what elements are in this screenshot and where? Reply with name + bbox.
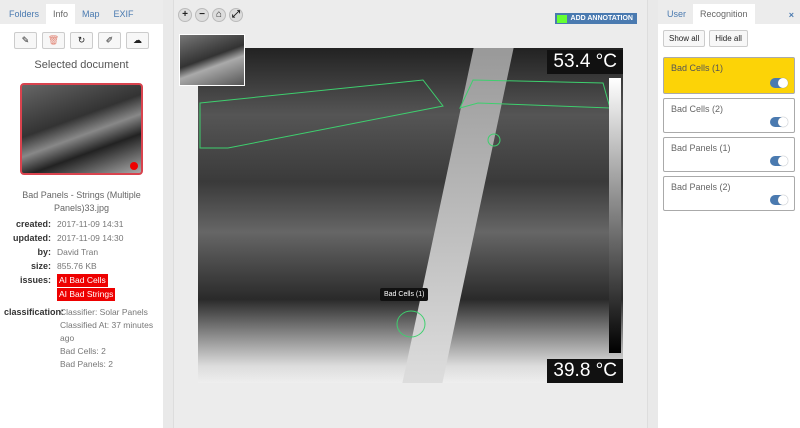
issues-label: issues:: [19, 275, 51, 285]
recognition-item[interactable]: Bad Panels (2): [663, 176, 795, 211]
recognition-item[interactable]: Bad Cells (2): [663, 98, 795, 133]
tab-folders[interactable]: Folders: [2, 4, 46, 24]
issue-badge[interactable]: AI Bad Strings: [57, 288, 116, 301]
close-icon[interactable]: ×: [789, 10, 794, 20]
fullscreen-button[interactable]: ⤢: [229, 8, 243, 22]
edit-button[interactable]: ✎: [14, 32, 37, 49]
temperature-scale: [609, 78, 621, 353]
tab-user[interactable]: User: [660, 4, 693, 24]
created-value: 2017-11-09 14:31: [57, 219, 124, 229]
pencil-icon: ✎: [21, 35, 30, 45]
selected-document-title: Selected document: [34, 59, 129, 71]
document-metadata: created: 2017-11-09 14:31 updated: 2017-11…: [0, 218, 163, 371]
recognition-label: Bad Panels (2): [671, 182, 731, 192]
add-annotation-button[interactable]: ADD ANNOTATION: [554, 13, 637, 24]
classification-line: Classifier: Solar Panels: [60, 307, 148, 317]
thermal-image[interactable]: 53.4 °C 39.8 °C Bad Cells (1): [198, 48, 623, 383]
refresh-icon: ↻: [77, 35, 86, 45]
issue-badge[interactable]: AI Bad Cells: [57, 274, 108, 287]
classification-line: Bad Panels: 2: [60, 359, 113, 369]
delete-button[interactable]: 🗑: [42, 32, 65, 49]
annotation-label: Bad Cells (1): [380, 288, 429, 301]
navigator-minimap[interactable]: [179, 34, 245, 86]
pin-button[interactable]: ✐: [98, 32, 121, 49]
updated-label: updated:: [13, 233, 51, 243]
right-panel: User Recognition × Show all Hide all Bad…: [658, 0, 800, 428]
classification-label: classification:: [4, 307, 65, 317]
tab-map[interactable]: Map: [75, 4, 107, 24]
annotation-bad-cells[interactable]: [487, 133, 501, 147]
classification-line: Bad Cells: 2: [60, 346, 106, 356]
annotation-bad-panels[interactable]: [459, 79, 611, 109]
size-value: 855.76 KB: [57, 261, 97, 271]
refresh-button[interactable]: ↻: [70, 32, 93, 49]
left-panel: Folders Info Map EXIF ✎ 🗑 ↻ ✐ ☁ Selected…: [0, 0, 163, 428]
recognition-item[interactable]: Bad Panels (1): [663, 137, 795, 172]
tab-exif[interactable]: EXIF: [107, 4, 141, 24]
add-annotation-label: ADD ANNOTATION: [570, 15, 633, 22]
updated-value: 2017-11-09 14:30: [57, 233, 124, 243]
show-all-button[interactable]: Show all: [663, 30, 706, 47]
recognition-label: Bad Cells (1): [671, 63, 724, 73]
recognition-label: Bad Panels (1): [671, 143, 731, 153]
document-thumbnail[interactable]: [20, 83, 143, 175]
visibility-toggle[interactable]: [770, 78, 788, 88]
color-swatch: [556, 14, 567, 23]
document-filename: Bad Panels - Strings (Multiple Panels)33…: [22, 190, 141, 213]
trash-icon: 🗑: [47, 35, 60, 45]
issue-dot: [130, 162, 138, 170]
annotations-layer: [199, 79, 611, 338]
visibility-toggle[interactable]: [770, 156, 788, 166]
created-label: created:: [15, 219, 51, 229]
max-temperature: 53.4 °C: [547, 50, 623, 74]
by-label: by:: [37, 247, 52, 257]
size-label: size:: [30, 261, 51, 271]
tab-info[interactable]: Info: [46, 4, 76, 24]
visibility-toggle[interactable]: [770, 117, 788, 127]
recognition-label: Bad Cells (2): [671, 104, 724, 114]
upload-button[interactable]: ☁: [126, 32, 149, 49]
recognition-item[interactable]: Bad Cells (1): [663, 57, 795, 94]
pin-icon: ✐: [105, 35, 114, 45]
hide-all-button[interactable]: Hide all: [709, 30, 748, 47]
image-viewer: + − ⌂ ⤢ ADD ANNOTATION 53.4 °C 39.8 °C B…: [173, 0, 648, 428]
classification-line: Classified At: 37 minutes ago: [60, 320, 154, 343]
annotation-bad-cells[interactable]: [396, 310, 426, 338]
left-tabs: Folders Info Map EXIF: [0, 0, 163, 24]
annotation-bad-panels[interactable]: [199, 79, 444, 149]
tab-recognition[interactable]: Recognition: [693, 4, 755, 24]
by-value: David Tran: [57, 247, 99, 257]
cloud-upload-icon: ☁: [133, 35, 142, 45]
visibility-toggle[interactable]: [770, 195, 788, 205]
home-button[interactable]: ⌂: [212, 8, 226, 22]
zoom-in-button[interactable]: +: [178, 8, 192, 22]
zoom-out-button[interactable]: −: [195, 8, 209, 22]
min-temperature: 39.8 °C: [547, 359, 623, 383]
